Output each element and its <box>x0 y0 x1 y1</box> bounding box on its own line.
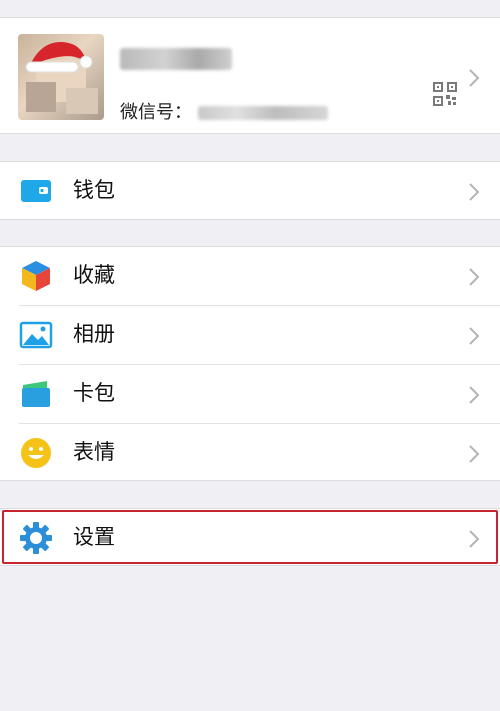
menu-item-stickers[interactable]: 表情 <box>0 424 500 482</box>
menu-item-label: 相册 <box>73 322 115 346</box>
menu-item-wallet[interactable]: 钱包 <box>0 162 500 220</box>
chevron-right-icon <box>469 327 480 345</box>
nickname-blurred <box>120 48 232 70</box>
features-section: 收藏 相册 卡包 表情 <box>0 246 500 481</box>
avatar-blur-block <box>66 88 98 114</box>
chevron-right-icon <box>469 530 480 548</box>
profile-card[interactable]: 微信号： <box>0 17 500 134</box>
wechat-id-blurred <box>198 106 328 120</box>
menu-item-label: 表情 <box>73 440 115 464</box>
chevron-right-icon <box>469 183 480 201</box>
menu-item-settings[interactable]: 设置 <box>0 509 500 567</box>
menu-item-label: 钱包 <box>73 178 115 202</box>
qr-code-icon[interactable] <box>433 82 457 106</box>
avatar-blur-block <box>26 82 56 112</box>
smiley-icon <box>21 438 51 468</box>
settings-section: 设置 <box>0 508 500 566</box>
gear-icon <box>20 522 52 554</box>
chevron-right-icon <box>469 69 480 87</box>
chevron-right-icon <box>469 386 480 404</box>
menu-item-favorites[interactable]: 收藏 <box>0 247 500 305</box>
menu-item-label: 卡包 <box>73 381 115 405</box>
wechat-id-label: 微信号： <box>120 102 192 123</box>
wechat-me-page: 微信号： 钱包 收藏 相册 卡包 表情 设置 <box>0 0 500 711</box>
menu-item-album[interactable]: 相册 <box>0 306 500 364</box>
cube-icon <box>22 261 50 291</box>
avatar[interactable] <box>18 34 104 120</box>
menu-item-label: 收藏 <box>73 263 115 287</box>
menu-item-label: 设置 <box>73 525 115 549</box>
photo-icon <box>19 321 53 349</box>
chevron-right-icon <box>469 268 480 286</box>
menu-item-cards[interactable]: 卡包 <box>0 365 500 423</box>
chevron-right-icon <box>469 445 480 463</box>
wallet-icon <box>21 180 51 202</box>
card-holder-icon <box>22 381 50 407</box>
wallet-section: 钱包 <box>0 161 500 220</box>
santa-hat-icon <box>25 42 93 73</box>
